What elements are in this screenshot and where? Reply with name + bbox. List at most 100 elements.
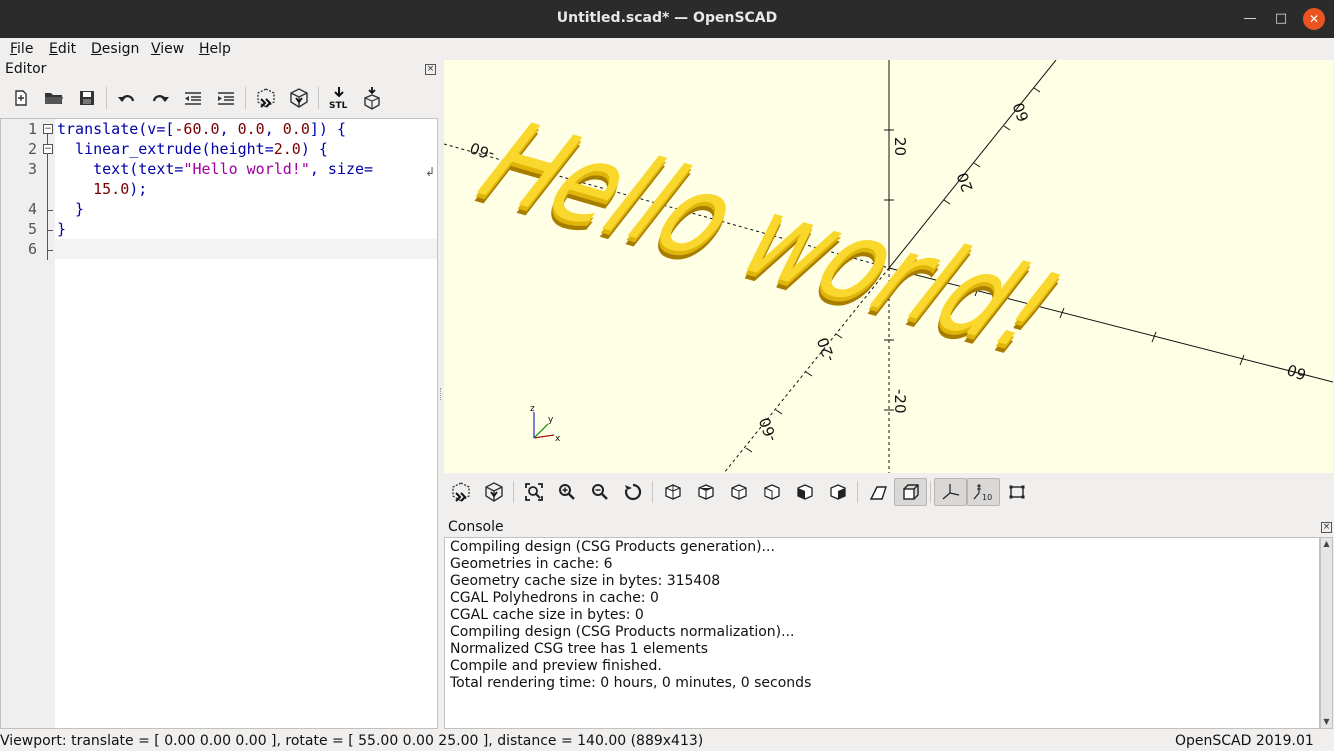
console-line: CGAL cache size in bytes: 0 [450, 607, 644, 623]
3d-viewport[interactable]: -60 60 60 20 20 -20 -20 -60 Hello world!… [444, 60, 1333, 473]
render-icon[interactable] [477, 478, 510, 506]
line-number: 5 [27, 220, 37, 238]
console-line: Compiling design (CSG Products normaliza… [450, 624, 795, 640]
view-bottom-icon[interactable] [722, 478, 755, 506]
code-token: 2.0 [273, 140, 301, 158]
code-token: "Hello world!" [183, 160, 310, 178]
axis-label-x-pos: 60 [1285, 360, 1309, 383]
view-right-icon[interactable] [656, 478, 689, 506]
view-front-icon[interactable] [788, 478, 821, 506]
current-line-highlight [55, 239, 437, 259]
code-token: text(text= [57, 160, 184, 178]
undo-icon[interactable] [110, 84, 143, 112]
fold-end-marker [47, 210, 53, 211]
console-dock-title: Console [448, 519, 504, 535]
menu-file[interactable]: File [10, 41, 33, 57]
axes-indicator-y: y [548, 415, 554, 425]
axes-indicator-x: x [555, 434, 561, 444]
splitter-handle[interactable] [440, 388, 442, 400]
maximize-button[interactable]: □ [1271, 9, 1291, 29]
send-to-print-icon[interactable] [355, 84, 388, 112]
perspective-icon[interactable] [861, 478, 894, 506]
show-scale-markers-icon[interactable]: 10 [967, 478, 1000, 506]
redo-icon[interactable] [143, 84, 176, 112]
menu-edit[interactable]: Edit [49, 41, 76, 57]
line-number: 2 [27, 140, 37, 158]
fold-toggle-icon[interactable]: − [43, 124, 53, 134]
console-line: Normalized CSG tree has 1 elements [450, 641, 708, 657]
axis-label-z-neg: -20 [891, 389, 909, 414]
render-icon[interactable] [282, 84, 315, 112]
editor-dock-close-button[interactable]: × [425, 64, 436, 75]
fold-end-marker [47, 250, 53, 251]
view-top-icon[interactable] [689, 478, 722, 506]
preview-icon[interactable] [249, 84, 282, 112]
menu-help[interactable]: Help [199, 41, 231, 57]
zoom-in-icon[interactable] [550, 478, 583, 506]
toolbar-separator [930, 481, 931, 503]
view-all-icon[interactable] [517, 478, 550, 506]
unindent-icon[interactable] [176, 84, 209, 112]
scroll-up-icon[interactable]: ▲ [1321, 538, 1332, 550]
fold-guide [47, 154, 48, 260]
show-edges-icon[interactable] [1000, 478, 1033, 506]
code-token: } [57, 200, 85, 218]
console-output[interactable]: Compiling design (CSG Products generatio… [444, 537, 1320, 729]
code-editor[interactable]: 1 2 3 4 5 6 − − translate(v=[-60.0, 0.0,… [0, 118, 438, 729]
line-number: 3 [27, 160, 37, 178]
menu-design[interactable]: Design [91, 41, 139, 57]
code-token: 15.0 [93, 180, 130, 198]
code-token: , size= [309, 160, 374, 178]
code-token: linear_extrude(height= [57, 140, 274, 158]
code-token: ); [129, 180, 148, 198]
zoom-out-icon[interactable] [583, 478, 616, 506]
code-line-2: linear_extrude(height=2.0) { [57, 140, 328, 158]
svg-text:10: 10 [982, 493, 992, 501]
indent-icon[interactable] [209, 84, 242, 112]
console-line: Geometries in cache: 6 [450, 556, 613, 572]
reset-view-icon[interactable] [616, 478, 649, 506]
wrap-indicator-icon: ↲ [425, 165, 436, 179]
code-line-4: } [57, 200, 84, 218]
console-line: CGAL Polyhedrons in cache: 0 [450, 590, 659, 606]
version-label: OpenSCAD 2019.01 [1175, 733, 1314, 749]
line-number: 6 [27, 240, 37, 258]
console-scrollbar[interactable]: ▲ ▼ [1320, 537, 1333, 729]
openscad-window: Untitled.scad* — OpenSCAD — □ ✕ File Edi… [0, 0, 1334, 751]
export-stl-icon[interactable]: STL [322, 84, 355, 112]
toolbar-separator [652, 481, 653, 503]
view-left-icon[interactable] [755, 478, 788, 506]
code-token: ]) { [309, 120, 346, 138]
open-file-icon[interactable] [37, 84, 70, 112]
fold-guide [47, 134, 48, 144]
code-token: translate(v=[ [57, 120, 175, 138]
show-axes-icon[interactable] [934, 478, 967, 506]
view-back-icon[interactable] [821, 478, 854, 506]
axis-label-y-top: 60 [1009, 100, 1032, 124]
toolbar-separator [513, 481, 514, 503]
fold-toggle-icon[interactable]: − [43, 144, 53, 154]
axis-label-z-pos: 20 [891, 137, 909, 156]
axes-indicator-z: z [530, 404, 535, 414]
orthogonal-icon[interactable] [894, 478, 927, 506]
console-dock-close-button[interactable]: × [1321, 522, 1332, 533]
minimize-button[interactable]: — [1240, 9, 1260, 29]
menu-view[interactable]: View [151, 41, 184, 57]
status-bar: Viewport: translate = [ 0.00 0.00 0.00 ]… [0, 731, 1334, 751]
extruded-text-model: Hello world! Hello world! Hello world! [448, 100, 1090, 379]
scroll-down-icon[interactable]: ▼ [1321, 716, 1332, 728]
close-window-button[interactable]: ✕ [1303, 8, 1325, 30]
save-icon[interactable] [70, 84, 103, 112]
code-token: ) { [300, 140, 328, 158]
axis-label-y-neg-b: -60 [756, 415, 781, 444]
title-bar: Untitled.scad* — OpenSCAD — □ ✕ [0, 0, 1334, 38]
new-file-icon[interactable] [4, 84, 37, 112]
code-token: , [219, 120, 238, 138]
axis-label-y-mid: 20 [953, 170, 976, 194]
code-line-1: translate(v=[-60.0, 0.0, 0.0]) { [57, 120, 346, 138]
viewport-canvas: -60 60 60 20 20 -20 -20 -60 Hello world!… [444, 60, 1333, 473]
model-text-top: Hello world! [450, 100, 1090, 371]
preview-icon[interactable] [444, 478, 477, 506]
viewport-toolbar: 10 [444, 475, 1033, 509]
code-token: 0.0 [282, 120, 310, 138]
